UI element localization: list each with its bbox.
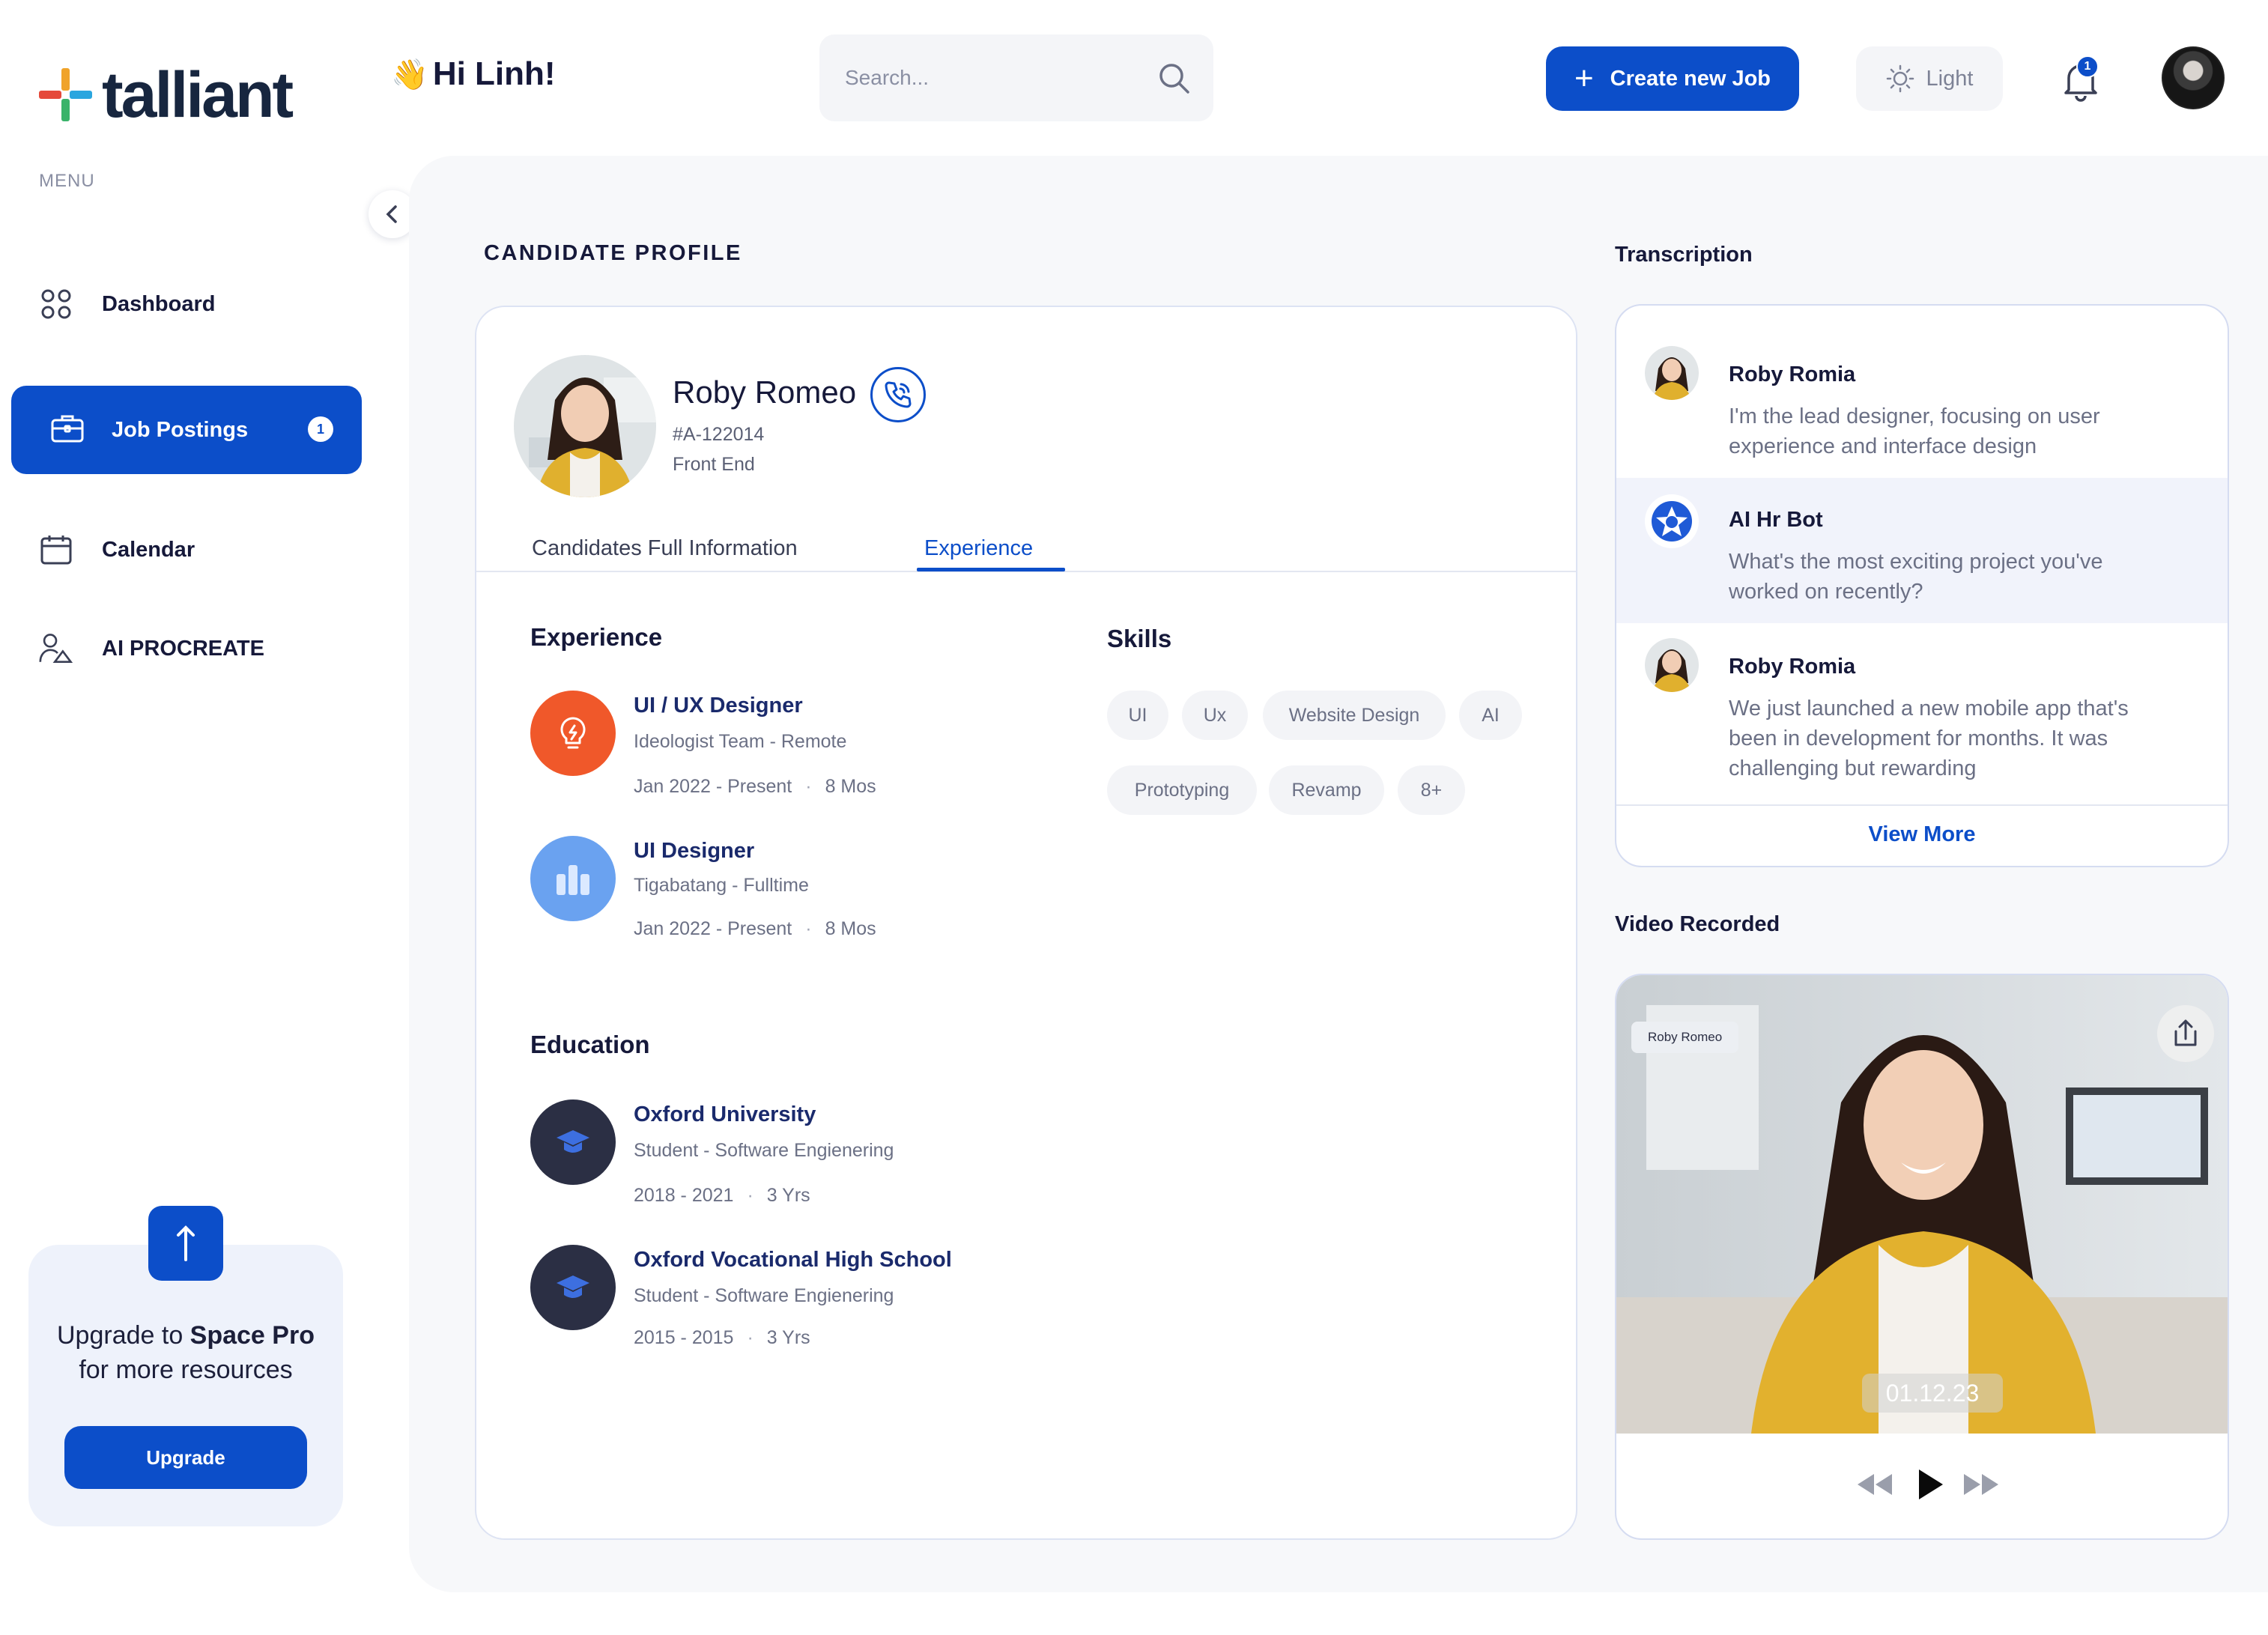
- skill-chip[interactable]: Ux: [1182, 691, 1248, 740]
- calendar-icon: [39, 533, 73, 567]
- sidebar-item-dashboard[interactable]: Dashboard: [39, 274, 361, 334]
- job-postings-count-badge: 1: [308, 416, 333, 442]
- candidate-name: Roby Romeo: [673, 374, 857, 410]
- experience-heading: Experience: [530, 623, 663, 651]
- notification-count-badge: 1: [2076, 55, 2099, 78]
- sun-icon: [1886, 64, 1914, 93]
- education-dates: 2015 - 2015 · 3 Yrs: [634, 1327, 810, 1348]
- phone-icon: [885, 381, 912, 408]
- upgrade-text: Upgrade to Space Pro for more resources: [57, 1321, 315, 1384]
- education-title[interactable]: Oxford University: [634, 1102, 816, 1127]
- avatar: [1645, 346, 1699, 400]
- theme-toggle-button[interactable]: Light: [1856, 46, 2003, 111]
- graduation-cap-icon: [530, 1099, 616, 1185]
- skills-heading: Skills: [1107, 625, 1172, 652]
- experience-dates: Jan 2022 - Present · 8 Mos: [634, 776, 876, 797]
- transcription-title: Transcription: [1615, 243, 1753, 267]
- brand-name: talliant: [102, 59, 294, 131]
- waving-hand-icon: 👋: [391, 58, 428, 91]
- message-text: What's the most exciting project you've …: [1729, 550, 2103, 604]
- search-bar[interactable]: [819, 34, 1213, 121]
- sidebar-item-calendar[interactable]: Calendar: [39, 520, 361, 580]
- logo-mark-icon: [39, 68, 93, 122]
- phone-call-button[interactable]: [870, 367, 926, 422]
- brand-logo[interactable]: talliant: [39, 61, 309, 129]
- active-tab-indicator: [917, 568, 1065, 571]
- candidate-id: #A-122014: [673, 424, 765, 445]
- video-participant-label: Roby Romeo: [1631, 1022, 1739, 1053]
- education-title[interactable]: Oxford Vocational High School: [634, 1248, 952, 1272]
- sidebar-item-label: AI PROCREATE: [102, 636, 264, 661]
- plus-icon: +: [1574, 60, 1594, 97]
- sidebar-item-job-postings[interactable]: Job Postings 1: [11, 386, 362, 474]
- avatar: [1645, 638, 1699, 692]
- create-new-job-button[interactable]: + Create new Job: [1546, 46, 1799, 111]
- education-detail: Student - Software Engienering: [634, 1140, 894, 1161]
- upgrade-button[interactable]: Upgrade: [64, 1426, 307, 1489]
- skill-chip[interactable]: AI: [1459, 691, 1522, 740]
- dashboard-icon: [39, 287, 73, 321]
- arrow-up-icon: [148, 1206, 223, 1281]
- greeting-text: Hi Linh!: [432, 55, 556, 92]
- tab-experience[interactable]: Experience: [924, 536, 1033, 561]
- ai-bot-icon: [1645, 494, 1699, 548]
- user-avatar[interactable]: [2162, 46, 2225, 109]
- view-more-link[interactable]: View More: [1615, 822, 2229, 847]
- lightbulb-icon: [530, 691, 616, 776]
- experience-dates: Jan 2022 - Present · 8 Mos: [634, 918, 876, 939]
- candidate-role: Front End: [673, 454, 755, 475]
- briefcase-icon: [50, 413, 85, 447]
- search-input[interactable]: [845, 66, 1156, 90]
- skill-chip[interactable]: Website Design: [1263, 691, 1446, 740]
- sidebar-item-label: Dashboard: [102, 291, 216, 316]
- graduation-cap-icon: [530, 1245, 616, 1330]
- skill-chip[interactable]: Prototyping: [1107, 765, 1257, 815]
- message-text: I'm the lead designer, focusing on user …: [1729, 404, 2100, 458]
- candidate-profile-title: CANDIDATE PROFILE: [484, 241, 742, 265]
- sidebar-item-label: Calendar: [102, 537, 195, 562]
- search-icon[interactable]: [1156, 61, 1191, 95]
- skill-chip[interactable]: UI: [1107, 691, 1168, 740]
- message-speaker: AI Hr Bot: [1729, 508, 1823, 532]
- fast-forward-icon[interactable]: [1961, 1469, 2001, 1499]
- sidebar-item-ai-procreate[interactable]: AI PROCREATE: [39, 619, 361, 679]
- chevron-left-icon: [386, 205, 397, 223]
- users-icon: [39, 631, 73, 666]
- rewind-icon[interactable]: [1855, 1469, 1895, 1499]
- transcription-divider: [1616, 804, 2228, 806]
- share-button[interactable]: [2157, 1005, 2214, 1062]
- skill-chip-more[interactable]: 8+: [1398, 765, 1465, 815]
- message-speaker: Roby Romia: [1729, 655, 1856, 679]
- education-heading: Education: [530, 1031, 650, 1058]
- sidebar-item-label: Job Postings: [112, 417, 249, 442]
- experience-company: Ideologist Team - Remote: [634, 731, 847, 752]
- experience-company: Tigabatang - Fulltime: [634, 875, 809, 896]
- video-recorded-title: Video Recorded: [1615, 912, 1780, 936]
- buildings-icon: [530, 836, 616, 921]
- message-text: We just launched a new mobile app that's…: [1729, 697, 2129, 780]
- play-icon[interactable]: [1914, 1466, 1946, 1502]
- education-dates: 2018 - 2021 · 3 Yrs: [634, 1185, 810, 1206]
- experience-title[interactable]: UI Designer: [634, 839, 754, 864]
- education-detail: Student - Software Engienering: [634, 1285, 894, 1306]
- tab-full-information[interactable]: Candidates Full Information: [532, 536, 798, 561]
- skill-chip[interactable]: Revamp: [1269, 765, 1384, 815]
- candidate-photo: [514, 355, 656, 497]
- video-timestamp: 01.12.23: [1862, 1374, 2003, 1413]
- share-icon: [2174, 1019, 2197, 1046]
- menu-label: MENU: [39, 171, 95, 191]
- greeting: 👋 Hi Linh!: [391, 55, 556, 93]
- experience-title[interactable]: UI / UX Designer: [634, 694, 803, 718]
- message-speaker: Roby Romia: [1729, 363, 1856, 386]
